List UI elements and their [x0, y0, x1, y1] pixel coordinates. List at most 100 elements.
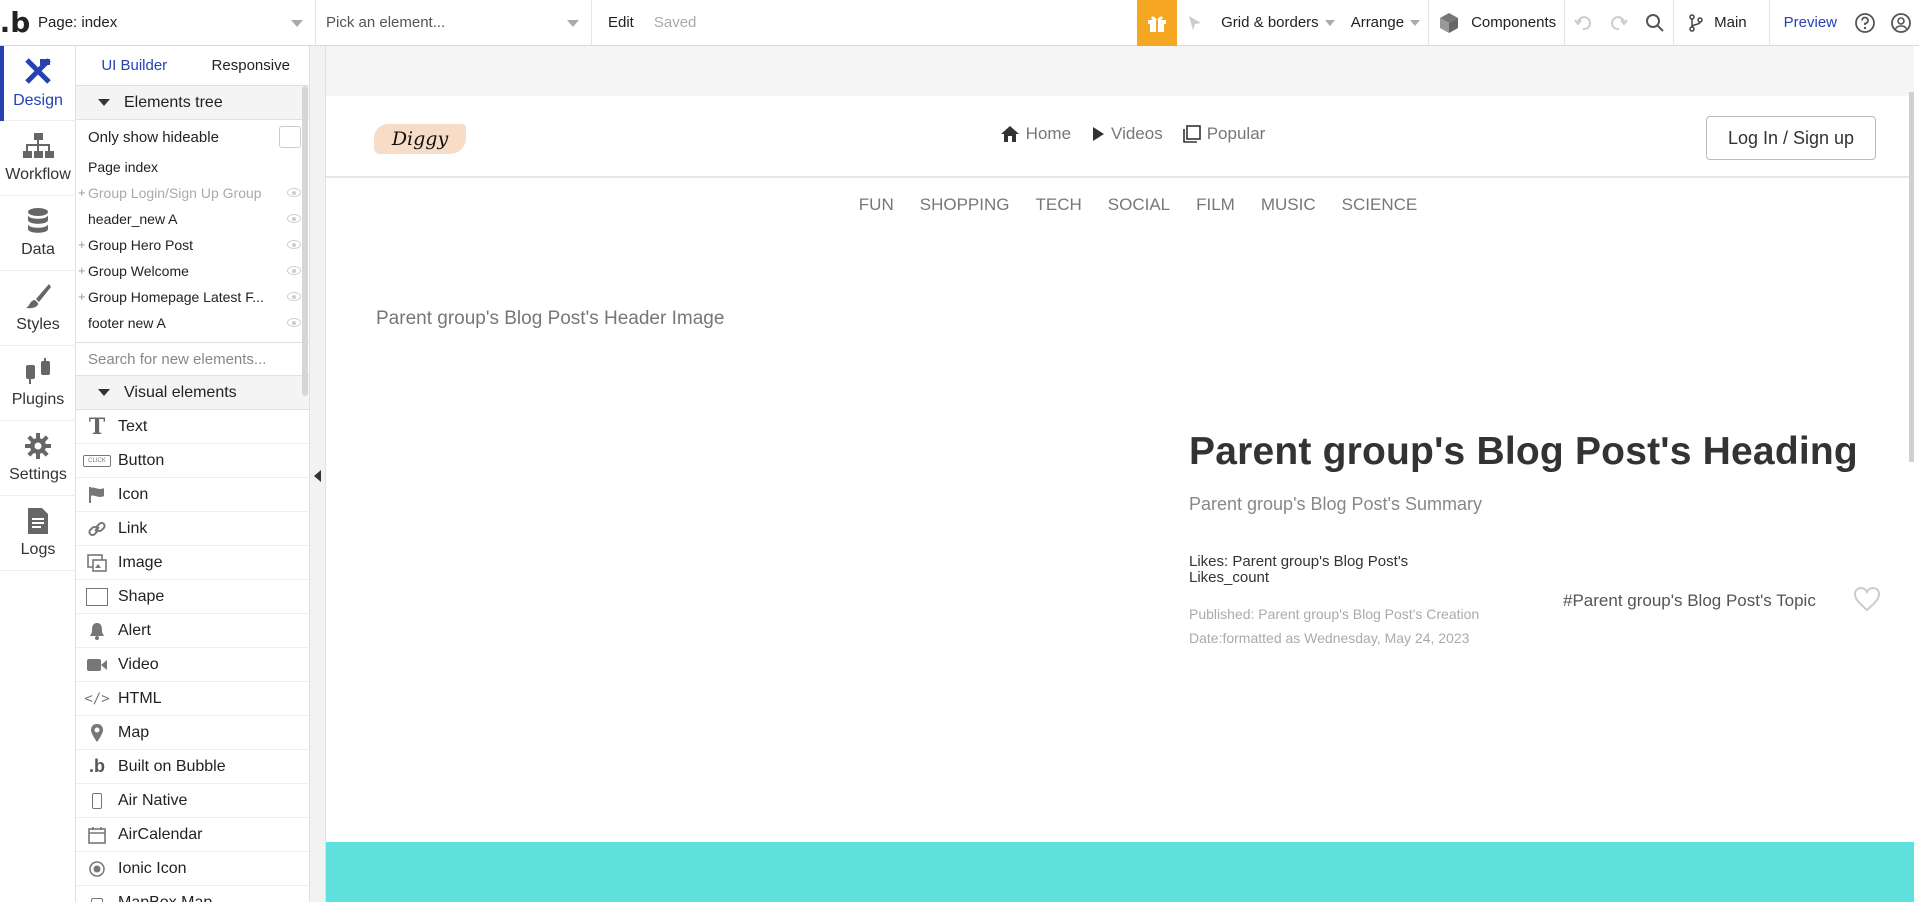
category-shopping[interactable]: SHOPPING	[920, 195, 1010, 215]
rail-workflow[interactable]: Workflow	[0, 121, 76, 196]
footer-teal-section[interactable]	[326, 842, 1914, 902]
tree-item-page-index[interactable]: Page index	[76, 154, 309, 180]
tree-item-latest[interactable]: + Group Homepage Latest F...	[76, 284, 309, 310]
elements-tree-header[interactable]: Elements tree	[76, 86, 309, 120]
gift-button[interactable]	[1137, 0, 1178, 46]
eye-icon[interactable]	[287, 318, 301, 327]
preview-label: Preview	[1783, 14, 1837, 31]
preview-button[interactable]: Preview	[1770, 0, 1847, 46]
site-header[interactable]: Diggy Home Videos Popular Log In / Sign …	[326, 96, 1914, 178]
nav-home[interactable]: Home	[1000, 124, 1071, 144]
expand-icon[interactable]: +	[78, 185, 86, 200]
link-icon	[76, 519, 118, 539]
eye-icon[interactable]	[287, 188, 301, 197]
login-signup-button[interactable]: Log In / Sign up	[1706, 116, 1876, 160]
radio-icon	[76, 860, 118, 878]
hero-topic[interactable]: #Parent group's Blog Post's Topic	[1563, 591, 1816, 611]
rail-design[interactable]: Design	[0, 46, 76, 121]
nav-popular[interactable]: Popular	[1182, 124, 1265, 144]
canvas-scrollbar[interactable]	[1909, 92, 1914, 462]
visual-element-alert[interactable]: Alert	[76, 614, 309, 648]
eye-icon[interactable]	[287, 292, 301, 301]
visual-element-shape[interactable]: Shape	[76, 580, 309, 614]
tab-ui-builder[interactable]: UI Builder	[76, 46, 193, 85]
element-search-input[interactable]: Search for new elements...	[76, 342, 309, 376]
bubble-logo[interactable]: .b	[0, 0, 30, 46]
category-tech[interactable]: TECH	[1035, 195, 1081, 215]
tree-item-login-group[interactable]: + Group Login/Sign Up Group	[76, 180, 309, 206]
rail-styles[interactable]: Styles	[0, 271, 76, 346]
visual-element-ionic-icon[interactable]: Ionic Icon	[76, 852, 309, 886]
nav-videos[interactable]: Videos	[1091, 124, 1163, 144]
element-picker[interactable]: Pick an element...	[316, 0, 592, 46]
visual-element-built-on-bubble[interactable]: .b Built on Bubble	[76, 750, 309, 784]
rail-plugins[interactable]: Plugins	[0, 346, 76, 421]
expand-icon[interactable]: +	[78, 237, 86, 252]
rail-settings[interactable]: Settings	[0, 421, 76, 496]
visual-element-air-calendar[interactable]: AirCalendar	[76, 818, 309, 852]
rail-data[interactable]: Data	[0, 196, 76, 271]
category-film[interactable]: FILM	[1196, 195, 1235, 215]
branch-selector[interactable]: Main	[1674, 0, 1769, 46]
tree-item-welcome[interactable]: + Group Welcome	[76, 258, 309, 284]
visual-element-label: Link	[118, 519, 148, 537]
visual-element-mapbox[interactable]: MapBox Map	[76, 886, 309, 902]
code-icon: </>	[84, 690, 110, 707]
visual-elements-label: Visual elements	[124, 383, 237, 401]
tree-item-footer[interactable]: footer new A	[76, 310, 309, 336]
hero-likes[interactable]: Likes: Parent group's Blog Post's Likes_…	[1189, 554, 1449, 586]
branch-label: Main	[1714, 14, 1747, 31]
plug-icon	[26, 358, 50, 384]
grid-borders-menu[interactable]: Grid & borders	[1213, 0, 1343, 46]
visual-element-button[interactable]: CLICK Button	[76, 444, 309, 478]
visual-element-air-native[interactable]: Air Native	[76, 784, 309, 818]
visual-element-video[interactable]: Video	[76, 648, 309, 682]
redo-button[interactable]	[1601, 0, 1637, 46]
visual-element-icon[interactable]: Icon	[76, 478, 309, 512]
expand-icon[interactable]: +	[78, 289, 86, 304]
eye-icon[interactable]	[287, 240, 301, 249]
search-button[interactable]	[1637, 0, 1673, 46]
visual-element-link[interactable]: Link	[76, 512, 309, 546]
category-science[interactable]: SCIENCE	[1342, 195, 1418, 215]
tree-item-hero-post[interactable]: + Group Hero Post	[76, 232, 309, 258]
visual-element-map[interactable]: Map	[76, 716, 309, 750]
hero-published[interactable]: Published: Parent group's Blog Post's Cr…	[1189, 602, 1519, 650]
eye-icon[interactable]	[287, 266, 301, 275]
flag-icon	[76, 486, 118, 504]
tree-item-label: Page index	[88, 159, 159, 175]
panel-scrollbar[interactable]	[302, 86, 308, 396]
expand-icon[interactable]: +	[78, 263, 86, 278]
user-icon	[1891, 12, 1911, 33]
components-button[interactable]: Components	[1429, 0, 1564, 46]
visual-elements-header[interactable]: Visual elements	[76, 376, 309, 410]
rail-design-label: Design	[13, 92, 63, 109]
category-fun[interactable]: FUN	[859, 195, 894, 215]
visual-element-image[interactable]: Image	[76, 546, 309, 580]
visual-element-html[interactable]: </> HTML	[76, 682, 309, 716]
category-social[interactable]: SOCIAL	[1108, 195, 1170, 215]
arrange-menu[interactable]: Arrange	[1343, 0, 1428, 46]
account-button[interactable]	[1883, 0, 1919, 46]
visual-element-text[interactable]: T Text	[76, 410, 309, 444]
page-selector[interactable]: Page: index	[30, 0, 316, 46]
hero-header-image[interactable]: Parent group's Blog Post's Header Image	[376, 308, 724, 330]
edit-button[interactable]: Edit	[608, 14, 634, 31]
document-icon	[28, 508, 48, 534]
hero-heading[interactable]: Parent group's Blog Post's Heading	[1189, 430, 1858, 474]
tab-responsive[interactable]: Responsive	[193, 46, 310, 85]
category-music[interactable]: MUSIC	[1261, 195, 1316, 215]
hero-summary[interactable]: Parent group's Blog Post's Summary	[1189, 494, 1482, 515]
nav-videos-label: Videos	[1111, 124, 1163, 143]
collapse-left-icon[interactable]	[314, 470, 321, 482]
elements-tree-label: Elements tree	[124, 93, 223, 111]
rail-logs[interactable]: Logs	[0, 496, 76, 571]
visual-element-label: Ionic Icon	[118, 859, 187, 877]
undo-button[interactable]	[1565, 0, 1601, 46]
cursor-button[interactable]	[1177, 0, 1213, 46]
tree-item-header[interactable]: header_new A	[76, 206, 309, 232]
like-button[interactable]	[1853, 586, 1881, 617]
eye-icon[interactable]	[287, 214, 301, 223]
only-hideable-checkbox[interactable]	[279, 126, 301, 148]
help-button[interactable]	[1847, 0, 1883, 46]
